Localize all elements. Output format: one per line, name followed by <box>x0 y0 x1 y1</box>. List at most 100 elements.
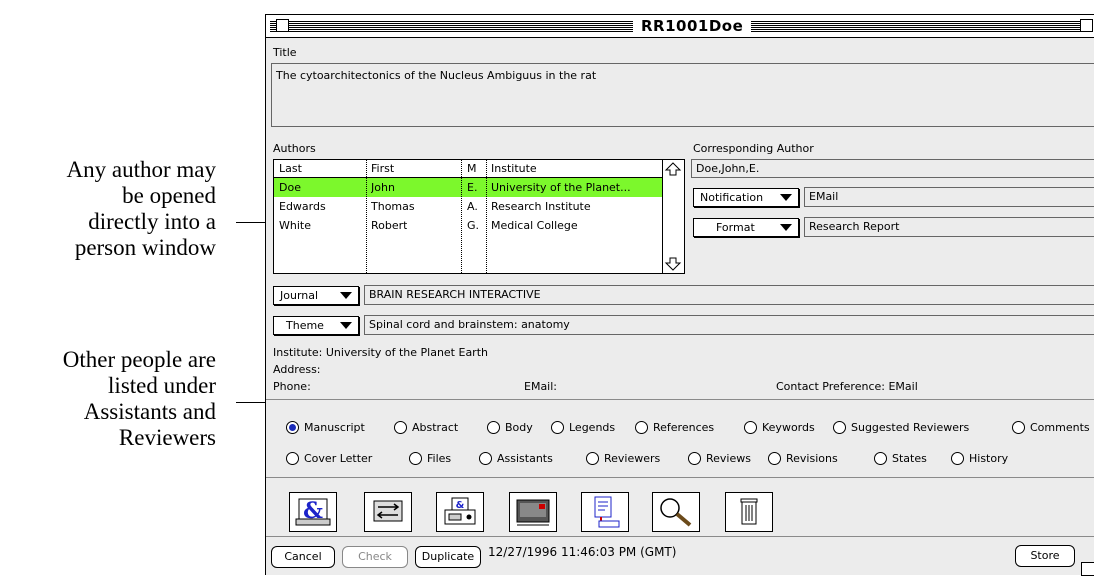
radio-label: States <box>892 452 927 465</box>
annotation-line: Any author may <box>66 157 216 182</box>
radio-label: References <box>653 421 715 434</box>
journal-popup[interactable]: Journal <box>273 286 359 305</box>
theme-popup-label: Theme <box>286 319 324 332</box>
corresponding-author-field[interactable]: Doe,John,E. <box>691 159 1094 178</box>
radio-icon <box>409 452 422 465</box>
svg-text:&: & <box>303 498 323 524</box>
author-institute[interactable]: University of the Planet... <box>491 181 661 194</box>
radio-label: Keywords <box>762 421 815 434</box>
section-radio-keywords[interactable]: Keywords <box>744 421 815 434</box>
radio-icon <box>586 452 599 465</box>
author-last[interactable]: White <box>279 219 311 232</box>
column-header-institute[interactable]: Institute <box>491 162 537 175</box>
author-institute[interactable]: Medical College <box>491 219 578 232</box>
title-field[interactable]: The cytoarchitectonics of the Nucleus Am… <box>271 63 1094 127</box>
section-radio-reviewers[interactable]: Reviewers <box>586 452 660 465</box>
fax-icon[interactable]: & <box>436 492 484 532</box>
chevron-down-icon <box>340 292 352 299</box>
chevron-down-icon <box>780 224 792 231</box>
authors-scrollbar[interactable] <box>662 160 684 273</box>
theme-field[interactable]: Spinal cord and brainstem: anatomy <box>364 315 1094 335</box>
svg-text:&: & <box>456 500 465 511</box>
column-divider <box>461 160 462 273</box>
radio-label: Manuscript <box>304 421 365 434</box>
check-button[interactable]: Check <box>342 546 408 568</box>
corresponding-author-label: Corresponding Author <box>693 142 814 155</box>
section-radio-files[interactable]: Files <box>409 452 451 465</box>
radio-icon <box>1012 421 1025 434</box>
window-title: RR1001Doe <box>633 16 752 36</box>
radio-icon <box>487 421 500 434</box>
mail-icon[interactable] <box>509 492 557 532</box>
theme-popup[interactable]: Theme <box>273 316 359 335</box>
radio-icon <box>874 452 887 465</box>
journal-field[interactable]: BRAIN RESEARCH INTERACTIVE <box>364 285 1094 305</box>
section-radio-cover-letter[interactable]: Cover Letter <box>286 452 372 465</box>
author-institute[interactable]: Research Institute <box>491 200 591 213</box>
radio-label: History <box>969 452 1009 465</box>
section-radio-history[interactable]: History <box>951 452 1008 465</box>
duplicate-button[interactable]: Duplicate <box>415 546 481 568</box>
zoom-box-icon[interactable] <box>1080 19 1093 32</box>
store-button[interactable]: Store <box>1015 545 1075 567</box>
close-box-icon[interactable] <box>276 19 289 32</box>
section-radio-comments[interactable]: Comments <box>1012 421 1090 434</box>
notification-field[interactable]: EMail <box>804 187 1094 207</box>
contact-preference-info: Contact Preference: EMail <box>776 380 918 393</box>
radio-label: Cover Letter <box>304 452 373 465</box>
document-arrow-icon[interactable] <box>581 492 629 532</box>
format-popup-label: Format <box>716 221 755 234</box>
author-first[interactable]: John <box>371 181 395 194</box>
author-middle[interactable]: E. <box>467 181 477 194</box>
annotation-line: Other people are <box>62 347 216 372</box>
section-radio-suggested-reviewers[interactable]: Suggested Reviewers <box>833 421 969 434</box>
divider <box>266 536 1094 537</box>
radio-label: Comments <box>1030 421 1090 434</box>
record-window: RR1001Doe Title The cytoarchitectonics o… <box>265 14 1094 576</box>
trash-icon[interactable] <box>725 492 773 532</box>
radio-label: Files <box>427 452 452 465</box>
section-radio-references[interactable]: References <box>635 421 714 434</box>
address-info: Address: <box>273 363 321 376</box>
scroll-up-arrow-icon[interactable] <box>663 160 683 178</box>
column-header-middle[interactable]: M <box>467 162 477 175</box>
section-radio-assistants[interactable]: Assistants <box>479 452 553 465</box>
annotation-author-window: Any author may be opened directly into a… <box>67 157 216 261</box>
author-first[interactable]: Thomas <box>371 200 415 213</box>
section-radio-legends[interactable]: Legends <box>551 421 615 434</box>
author-last[interactable]: Doe <box>279 181 301 194</box>
section-radio-states[interactable]: States <box>874 452 927 465</box>
section-radio-revisions[interactable]: Revisions <box>768 452 838 465</box>
radio-icon <box>635 421 648 434</box>
column-divider <box>366 160 367 273</box>
author-middle[interactable]: A. <box>467 200 478 213</box>
title-bar[interactable]: RR1001Doe <box>266 15 1094 38</box>
section-radio-abstract[interactable]: Abstract <box>394 421 458 434</box>
format-popup[interactable]: Format <box>693 218 799 237</box>
cancel-button[interactable]: Cancel <box>271 546 335 568</box>
radio-label: Suggested Reviewers <box>851 421 970 434</box>
authors-table[interactable]: Last First M Institute Doe John E. Unive… <box>273 159 685 274</box>
radio-label: Legends <box>569 421 616 434</box>
notification-popup[interactable]: Notification <box>693 188 799 207</box>
section-radio-manuscript[interactable]: Manuscript <box>286 421 365 434</box>
scroll-down-arrow-icon[interactable] <box>663 255 683 273</box>
section-radio-reviews[interactable]: Reviews <box>688 452 751 465</box>
radio-icon <box>551 421 564 434</box>
divider <box>266 477 1094 478</box>
radio-icon <box>768 452 781 465</box>
section-radio-body[interactable]: Body <box>487 421 533 434</box>
radio-icon <box>951 452 964 465</box>
column-header-last[interactable]: Last <box>279 162 302 175</box>
column-header-first[interactable]: First <box>371 162 394 175</box>
radio-icon <box>744 421 757 434</box>
transfer-icon[interactable] <box>364 492 412 532</box>
annotation-line: Assistants and <box>83 399 216 424</box>
author-middle[interactable]: G. <box>467 219 479 232</box>
format-field[interactable]: Research Report <box>804 217 1094 237</box>
timestamp: 12/27/1996 11:46:03 PM (GMT) <box>488 545 677 559</box>
ampersand-icon[interactable]: & <box>289 492 337 532</box>
author-first[interactable]: Robert <box>371 219 407 232</box>
author-last[interactable]: Edwards <box>279 200 326 213</box>
magnifier-icon[interactable] <box>652 492 700 532</box>
